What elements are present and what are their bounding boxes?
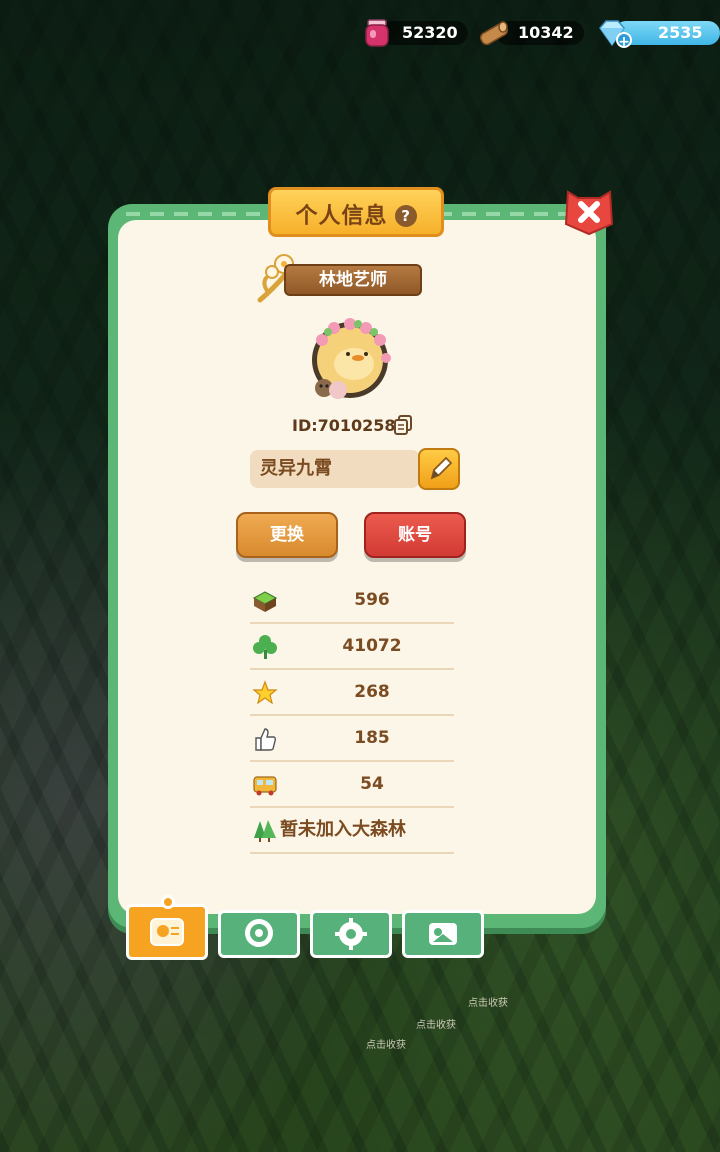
jam-jar-icon xyxy=(365,19,389,47)
badge-icon xyxy=(245,919,273,947)
panel-title: 个人信息 xyxy=(295,204,388,229)
player-id: ID:7010258 xyxy=(292,416,396,435)
tab-profile[interactable] xyxy=(126,895,208,960)
gear-icon xyxy=(335,918,367,950)
tab-settings[interactable] xyxy=(310,910,392,958)
stat-row-star: 268 xyxy=(250,670,454,716)
album-icon xyxy=(429,923,457,945)
tab-album[interactable] xyxy=(402,910,484,958)
pencil-icon xyxy=(430,456,453,480)
wood-currency[interactable]: 10342 xyxy=(478,18,588,48)
stat-row-bus: 54 xyxy=(250,762,454,808)
forest-status-row: 暂未加入大森林 xyxy=(250,808,454,854)
panel-title-banner: 个人信息 ? xyxy=(268,187,444,237)
stat-value: 54 xyxy=(360,774,384,794)
star-icon xyxy=(252,680,278,705)
stat-value: 185 xyxy=(354,728,390,748)
stat-value: 596 xyxy=(354,590,390,610)
gem-currency[interactable]: 2535 + xyxy=(596,18,720,50)
stat-row-clover: 41072 xyxy=(250,624,454,670)
account-button[interactable]: 账号 xyxy=(364,512,466,558)
help-icon[interactable]: ? xyxy=(394,205,417,227)
player-title-plaque: 林地艺师 xyxy=(254,252,424,304)
forest-status: 暂未加入大森林 xyxy=(280,819,406,840)
wood-log-icon xyxy=(479,21,509,46)
stat-row-grass: 596 xyxy=(250,578,454,624)
player-title: 林地艺师 xyxy=(284,264,422,296)
thumbs-up-icon xyxy=(255,728,277,751)
harvest-hint[interactable]: 点击收获 xyxy=(416,1016,456,1031)
profile-tabs xyxy=(126,895,486,960)
stat-row-likes: 185 xyxy=(250,716,454,762)
copy-icon[interactable] xyxy=(392,414,414,436)
tab-badges[interactable] xyxy=(218,910,300,958)
forest-trees-icon xyxy=(254,820,276,842)
bus-icon xyxy=(253,776,277,796)
edit-name-button[interactable] xyxy=(418,448,460,490)
close-button[interactable] xyxy=(562,184,616,238)
profile-card-icon xyxy=(150,918,184,946)
add-gems-button[interactable]: + xyxy=(616,32,632,50)
stats-list: 596 41072 268 185 54 暂未加入大森林 xyxy=(250,578,454,854)
avatar[interactable] xyxy=(304,318,392,406)
stat-value: 41072 xyxy=(342,636,402,656)
harvest-hint[interactable]: 点击收获 xyxy=(468,994,508,1009)
player-name-field[interactable]: 灵异九霄 xyxy=(250,450,420,488)
grass-block-icon xyxy=(252,591,278,612)
tab-pin xyxy=(161,895,175,909)
jam-currency[interactable]: 52320 xyxy=(362,18,472,48)
change-avatar-button[interactable]: 更换 xyxy=(236,512,338,558)
harvest-hint[interactable]: 点击收获 xyxy=(366,1036,406,1051)
clover-icon xyxy=(253,635,277,659)
stat-value: 268 xyxy=(354,682,390,702)
